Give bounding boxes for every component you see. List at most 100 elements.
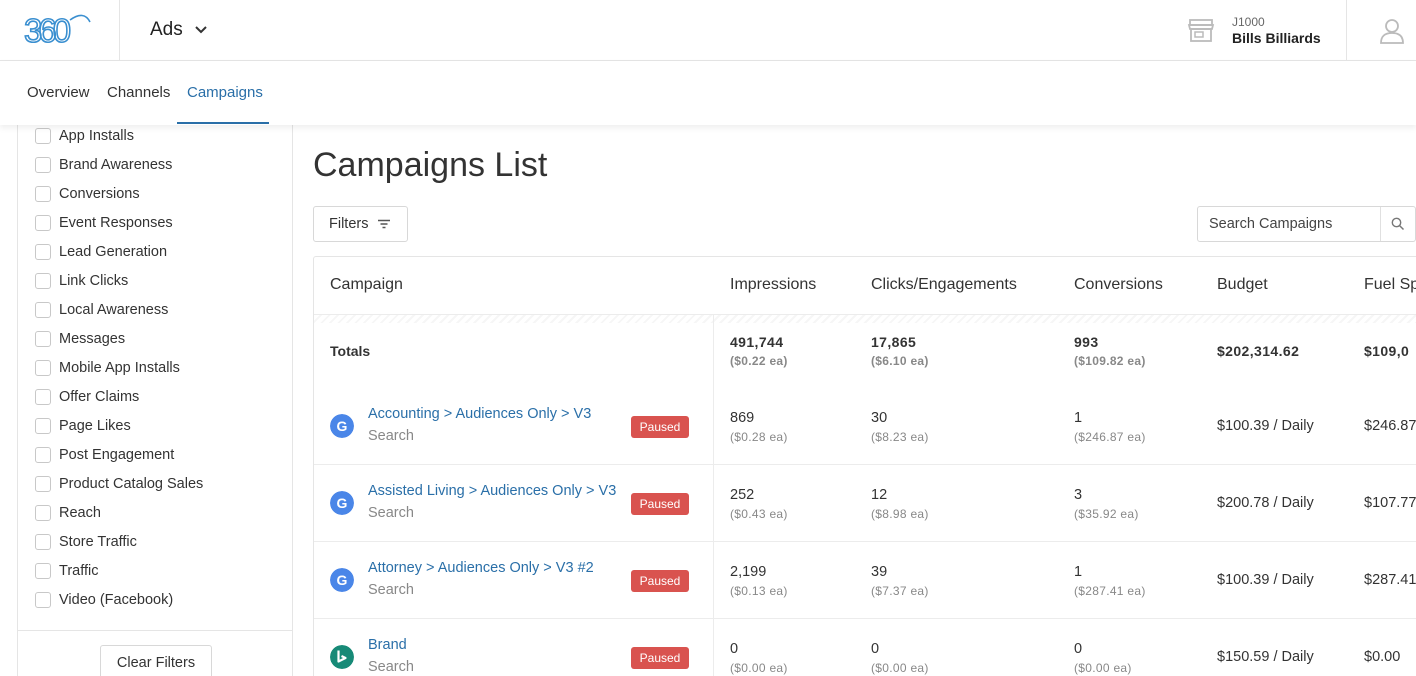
filter-checkbox[interactable]: Lead Generation (35, 242, 167, 262)
user-icon[interactable] (1378, 18, 1406, 44)
storefront-icon[interactable] (1187, 18, 1215, 44)
status-badge: Paused (631, 570, 689, 592)
search-input[interactable] (1198, 207, 1380, 241)
checkbox[interactable] (35, 360, 51, 376)
filter-label: Lead Generation (59, 244, 168, 260)
checkbox[interactable] (35, 157, 51, 173)
impressions-ea: ($0.00 ea) (730, 661, 788, 675)
filter-checkbox[interactable]: Messages (35, 329, 125, 349)
google-ads-icon: G (330, 414, 354, 438)
totals-label: Totals (330, 343, 371, 359)
table-row[interactable]: G Assisted Living > Audiences Only > V3 … (314, 465, 1416, 542)
clicks-ea: ($0.00 ea) (871, 661, 929, 675)
checkbox[interactable] (35, 447, 51, 463)
checkbox[interactable] (35, 476, 51, 492)
filters-label: Filters (329, 216, 369, 232)
filter-checkbox[interactable]: Video (Facebook) (35, 590, 173, 610)
table-row[interactable]: G Accounting > Audiences Only > V3 Searc… (314, 388, 1416, 465)
filter-checkbox[interactable]: Conversions (35, 184, 140, 204)
column-header-conversions[interactable]: Conversions (1074, 276, 1163, 294)
checkbox[interactable] (35, 244, 51, 260)
budget-value: $100.39 / Daily (1217, 418, 1314, 434)
checkbox[interactable] (35, 215, 51, 231)
campaign-name-link[interactable]: Assisted Living > Audiences Only > V3 (368, 483, 616, 499)
filter-checkbox[interactable]: Page Likes (35, 416, 131, 436)
fuel-spend-value: $0.00 (1364, 649, 1401, 665)
account-id: J1000 (1232, 15, 1265, 29)
table-row[interactable]: Brand Search Paused 0 ($0.00 ea) 0 ($0.0… (314, 619, 1416, 676)
fuel-spend-value: $246.87 (1364, 418, 1416, 434)
checkbox[interactable] (35, 273, 51, 289)
filter-checkbox[interactable]: Brand Awareness (35, 155, 172, 175)
impressions-ea: ($0.28 ea) (730, 430, 788, 444)
totals-row: Totals 491,744 ($0.22 ea) 17,865 ($6.10 … (314, 315, 1416, 388)
impressions-value: 252 (730, 487, 755, 503)
top-header: 360 Ads J1000 Bills Billiards (0, 0, 1416, 61)
totals-impressions-ea: ($0.22 ea) (730, 354, 788, 368)
filter-checkbox[interactable]: Reach (35, 503, 101, 523)
column-header-clicks[interactable]: Clicks/Engagements (871, 276, 1017, 294)
filter-label: Offer Claims (59, 389, 140, 405)
clear-filters-button[interactable]: Clear Filters (100, 645, 212, 676)
conversions-ea: ($246.87 ea) (1074, 430, 1146, 444)
column-divider (713, 315, 714, 676)
filter-label: App Installs (59, 128, 134, 144)
filter-checkbox[interactable]: Offer Claims (35, 387, 139, 407)
filter-checkbox[interactable]: Event Responses (35, 213, 173, 233)
active-tab-indicator (177, 122, 269, 124)
table-row[interactable]: G Attorney > Audiences Only > V3 #2 Sear… (314, 542, 1416, 619)
checkbox[interactable] (35, 563, 51, 579)
conversions-ea: ($35.92 ea) (1074, 507, 1139, 521)
filter-label: Page Likes (59, 418, 131, 434)
filter-checkbox[interactable]: Product Catalog Sales (35, 474, 203, 494)
checkbox[interactable] (35, 534, 51, 550)
checkbox[interactable] (35, 128, 51, 144)
filter-checkbox[interactable]: Post Engagement (35, 445, 174, 465)
tab-campaigns[interactable]: Campaigns (187, 84, 263, 101)
impressions-value: 0 (730, 641, 739, 657)
filter-checkbox[interactable]: Traffic (35, 561, 98, 581)
column-header-campaign[interactable]: Campaign (330, 276, 403, 294)
filter-checkbox[interactable]: Link Clicks (35, 271, 128, 291)
totals-clicks: 17,865 (871, 334, 917, 350)
fuel-spend-value: $107.77 (1364, 495, 1416, 511)
360-logo-icon[interactable]: 360 (24, 12, 92, 50)
svg-text:G: G (337, 572, 348, 588)
clicks-ea: ($8.23 ea) (871, 430, 929, 444)
filter-checkbox[interactable]: App Installs (35, 126, 134, 146)
sidebar-footer-divider (18, 630, 293, 631)
column-header-impressions[interactable]: Impressions (730, 276, 816, 294)
filters-button[interactable]: Filters (313, 206, 408, 242)
checkbox[interactable] (35, 418, 51, 434)
campaign-name-link[interactable]: Attorney > Audiences Only > V3 #2 (368, 560, 594, 576)
status-badge: Paused (631, 493, 689, 515)
filter-checkbox[interactable]: Local Awareness (35, 300, 168, 320)
filter-label: Post Engagement (59, 447, 175, 463)
filter-label: Event Responses (59, 215, 173, 231)
campaign-name-link[interactable]: Brand (368, 637, 407, 653)
tab-overview[interactable]: Overview (27, 84, 90, 101)
svg-text:360: 360 (24, 12, 71, 49)
filter-label: Store Traffic (59, 534, 137, 550)
header-divider (1346, 0, 1347, 60)
checkbox[interactable] (35, 389, 51, 405)
filter-label: Conversions (59, 186, 140, 202)
account-info[interactable]: J1000 Bills Billiards (1232, 15, 1321, 47)
filter-checkbox[interactable]: Store Traffic (35, 532, 137, 552)
account-name: Bills Billiards (1232, 30, 1321, 46)
column-header-budget[interactable]: Budget (1217, 276, 1268, 294)
filter-checkbox[interactable]: Mobile App Installs (35, 358, 180, 378)
app-switcher[interactable]: Ads (150, 18, 207, 42)
checkbox[interactable] (35, 592, 51, 608)
checkbox[interactable] (35, 331, 51, 347)
conversions-value: 3 (1074, 487, 1083, 503)
checkbox[interactable] (35, 505, 51, 521)
campaign-name-link[interactable]: Accounting > Audiences Only > V3 (368, 406, 591, 422)
svg-text:G: G (337, 495, 348, 511)
checkbox[interactable] (35, 302, 51, 318)
tab-channels[interactable]: Channels (107, 84, 170, 101)
search-icon[interactable] (1391, 217, 1405, 231)
column-header-fuel-spend[interactable]: Fuel Sp (1364, 276, 1416, 294)
checkbox[interactable] (35, 186, 51, 202)
totals-impressions: 491,744 (730, 334, 784, 350)
